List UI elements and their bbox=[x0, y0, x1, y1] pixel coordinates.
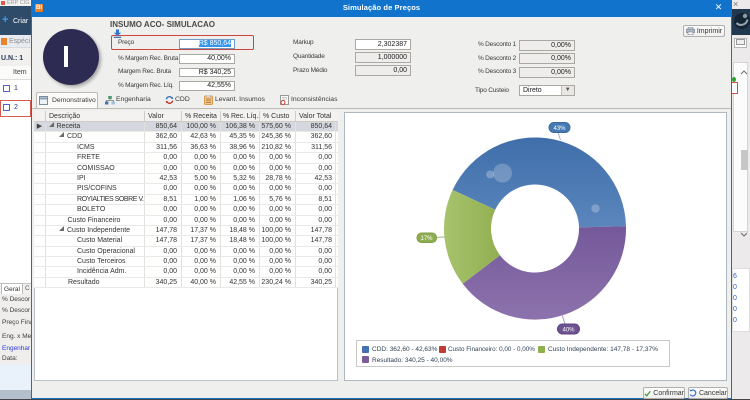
svg-text:43%: 43% bbox=[553, 126, 566, 132]
svg-text:40%: 40% bbox=[562, 327, 575, 333]
svg-text:17%: 17% bbox=[420, 236, 433, 242]
